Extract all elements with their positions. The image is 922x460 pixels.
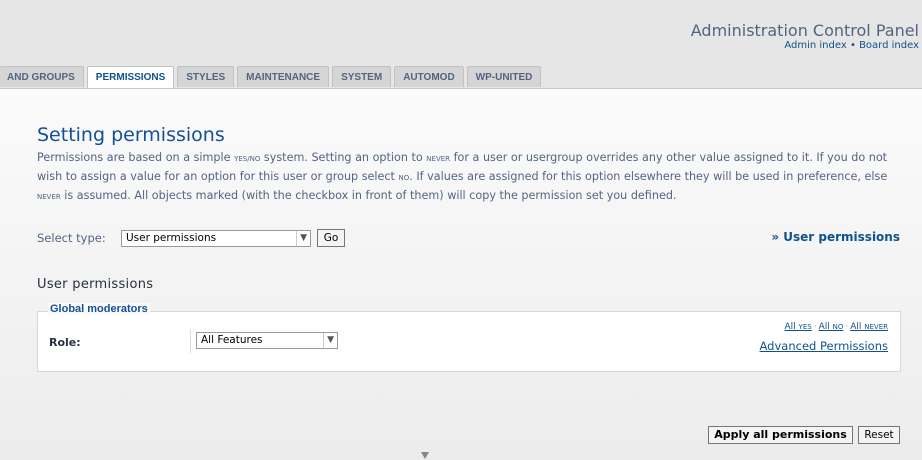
link-separator: • <box>849 40 856 51</box>
dot-separator: · <box>813 322 817 332</box>
select-type-value: User permissions <box>126 232 217 244</box>
intro-part: system. Setting an option to <box>260 151 427 164</box>
all-never-text: All NEVER <box>850 322 888 332</box>
select-type-label: Select type: <box>37 231 106 245</box>
quick-set-line: All YES · All NO · All NEVER <box>760 322 888 332</box>
intro-keyword: NEVER <box>37 193 61 201</box>
dropdown-arrow-icon: ▼ <box>323 333 334 348</box>
intro-keyword: YES/NO <box>234 155 261 163</box>
page-title: Setting permissions <box>37 124 225 146</box>
intro-keyword: NEVER <box>426 155 451 163</box>
intro-text: Permissions are based on a simple YES/NO… <box>37 149 901 206</box>
fieldset-legend: Global moderators <box>48 303 150 315</box>
role-value: All Features <box>201 334 263 346</box>
intro-keyword: NO <box>398 174 410 182</box>
section-title: User permissions <box>37 277 154 292</box>
tab-system[interactable]: SYSTEM <box>332 66 392 87</box>
acp-title: Administration Control Panel <box>690 21 919 40</box>
intro-part: . If values are assigned for this option… <box>409 170 888 183</box>
all-no-link[interactable]: All NO <box>819 322 844 332</box>
mouse-cursor-icon <box>421 452 429 459</box>
tab-styles[interactable]: STYLES <box>177 66 235 87</box>
header-links: Admin index • Board index <box>784 40 919 51</box>
intro-part: Permissions are based on a simple <box>37 151 235 164</box>
content: Setting permissions Permissions are base… <box>37 89 901 460</box>
all-yes-link[interactable]: All YES <box>785 322 812 332</box>
divider <box>190 329 191 353</box>
main-tabs: AND GROUPS PERMISSIONS STYLES MAINTENANC… <box>0 66 544 89</box>
header: Administration Control Panel Admin index… <box>0 0 922 66</box>
global-moderators-fieldset: Global moderators Role: All Features ▼ A… <box>37 303 901 372</box>
dropdown-arrow-icon: ▼ <box>296 231 307 246</box>
main-panel: Setting permissions Permissions are base… <box>0 88 922 460</box>
admin-index-link[interactable]: Admin index <box>784 40 846 51</box>
intro-part: is assumed. All objects marked (with the… <box>60 189 677 202</box>
role-label: Role: <box>49 336 81 349</box>
reset-button[interactable]: Reset <box>858 426 900 444</box>
advanced-permissions-link[interactable]: Advanced Permissions <box>760 339 888 353</box>
role-dropdown[interactable]: All Features ▼ <box>196 332 338 349</box>
board-index-link[interactable]: Board index <box>859 40 919 51</box>
all-yes-text: All YES <box>784 322 812 332</box>
user-permissions-link[interactable]: » User permissions <box>771 230 900 244</box>
tab-wp-united[interactable]: WP-UNITED <box>466 66 542 87</box>
tab-automod[interactable]: AUTOMOD <box>394 66 464 87</box>
tab-users-and-groups[interactable]: AND GROUPS <box>0 66 84 87</box>
all-never-link[interactable]: All NEVER <box>850 322 888 332</box>
tab-permissions[interactable]: PERMISSIONS <box>86 66 175 89</box>
tab-maintenance[interactable]: MAINTENANCE <box>237 66 330 87</box>
quick-set-links: All YES · All NO · All NEVER Advanced Permis… <box>760 322 888 353</box>
all-no-text: All NO <box>818 322 844 332</box>
go-button[interactable]: Go <box>317 229 345 247</box>
select-type-dropdown[interactable]: User permissions ▼ <box>121 230 311 247</box>
apply-all-permissions-button[interactable]: Apply all permissions <box>708 426 853 444</box>
